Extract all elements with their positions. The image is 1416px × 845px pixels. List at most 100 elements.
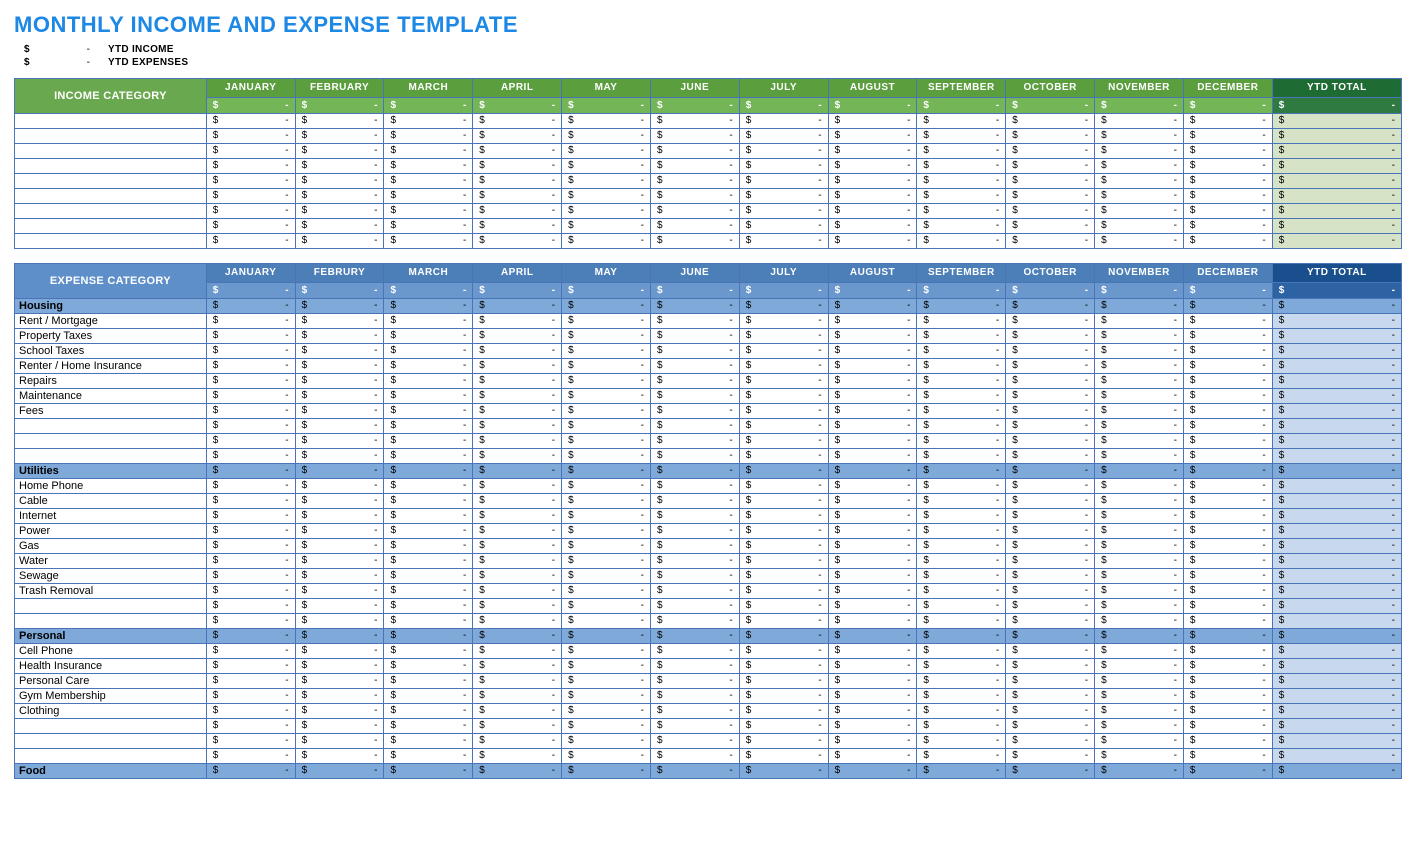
data-cell[interactable]: $- [650,509,739,524]
data-cell[interactable]: $- [295,314,384,329]
data-cell[interactable]: $- [206,434,295,449]
data-cell[interactable]: $- [295,144,384,159]
data-cell[interactable]: $- [650,129,739,144]
data-cell[interactable]: $- [739,599,828,614]
data-cell[interactable]: $- [739,479,828,494]
data-cell[interactable]: $- [828,524,917,539]
data-cell[interactable]: $- [295,674,384,689]
data-cell[interactable]: $- [562,524,651,539]
data-cell[interactable]: $- [562,584,651,599]
data-cell[interactable]: $- [295,359,384,374]
data-cell[interactable]: $- [739,329,828,344]
data-cell[interactable]: $- [917,449,1006,464]
data-cell[interactable]: $- [1095,584,1184,599]
row-label[interactable]: Sewage [15,569,207,584]
data-cell[interactable]: $- [1006,524,1095,539]
row-label[interactable] [15,129,207,144]
data-cell[interactable]: $- [1006,659,1095,674]
data-cell[interactable]: $- [473,314,562,329]
data-cell[interactable]: $- [828,114,917,129]
row-label[interactable] [15,204,207,219]
data-cell[interactable]: $- [473,719,562,734]
data-cell[interactable]: $- [206,419,295,434]
data-cell[interactable]: $- [650,704,739,719]
data-cell[interactable]: $- [828,719,917,734]
data-cell[interactable]: $- [1095,234,1184,249]
data-cell[interactable]: $- [650,374,739,389]
data-cell[interactable]: $- [1006,129,1095,144]
data-cell[interactable]: $- [828,599,917,614]
data-cell[interactable]: $- [206,644,295,659]
data-cell[interactable]: $- [1095,689,1184,704]
data-cell[interactable]: $- [650,539,739,554]
data-cell[interactable]: $- [1183,554,1272,569]
data-cell[interactable]: $- [739,554,828,569]
data-cell[interactable]: $- [1183,749,1272,764]
data-cell[interactable]: $- [384,614,473,629]
data-cell[interactable]: $- [562,329,651,344]
data-cell[interactable]: $- [473,554,562,569]
data-cell[interactable]: $- [1183,644,1272,659]
data-cell[interactable]: $- [828,344,917,359]
data-cell[interactable]: $- [295,524,384,539]
data-cell[interactable]: $- [650,204,739,219]
data-cell[interactable]: $- [650,159,739,174]
data-cell[interactable]: $- [828,569,917,584]
data-cell[interactable]: $- [295,449,384,464]
data-cell[interactable]: $- [295,374,384,389]
data-cell[interactable]: $- [562,374,651,389]
data-cell[interactable]: $- [917,614,1006,629]
data-cell[interactable]: $- [1006,114,1095,129]
row-label[interactable]: Fees [15,404,207,419]
data-cell[interactable]: $- [828,144,917,159]
data-cell[interactable]: $- [206,719,295,734]
data-cell[interactable]: $- [384,144,473,159]
data-cell[interactable]: $- [1006,479,1095,494]
data-cell[interactable]: $- [295,584,384,599]
row-label[interactable]: Maintenance [15,389,207,404]
data-cell[interactable]: $- [828,159,917,174]
data-cell[interactable]: $- [473,189,562,204]
data-cell[interactable]: $- [206,404,295,419]
data-cell[interactable]: $- [1095,494,1184,509]
data-cell[interactable]: $- [828,539,917,554]
data-cell[interactable]: $- [917,114,1006,129]
data-cell[interactable]: $- [1183,114,1272,129]
data-cell[interactable]: $- [1183,479,1272,494]
data-cell[interactable]: $- [384,719,473,734]
data-cell[interactable]: $- [562,674,651,689]
data-cell[interactable]: $- [650,599,739,614]
data-cell[interactable]: $- [917,174,1006,189]
data-cell[interactable]: $- [1006,704,1095,719]
data-cell[interactable]: $- [473,374,562,389]
data-cell[interactable]: $- [1095,404,1184,419]
data-cell[interactable]: $- [384,734,473,749]
data-cell[interactable]: $- [295,644,384,659]
data-cell[interactable]: $- [739,749,828,764]
data-cell[interactable]: $- [562,644,651,659]
data-cell[interactable]: $- [1095,344,1184,359]
data-cell[interactable]: $- [473,569,562,584]
data-cell[interactable]: $- [650,419,739,434]
data-cell[interactable]: $- [384,704,473,719]
data-cell[interactable]: $- [650,734,739,749]
data-cell[interactable]: $- [1006,584,1095,599]
row-label[interactable] [15,449,207,464]
data-cell[interactable]: $- [295,509,384,524]
data-cell[interactable]: $- [650,524,739,539]
data-cell[interactable]: $- [562,689,651,704]
data-cell[interactable]: $- [1006,174,1095,189]
data-cell[interactable]: $- [1183,144,1272,159]
data-cell[interactable]: $- [206,234,295,249]
data-cell[interactable]: $- [1095,114,1184,129]
row-label[interactable]: Cell Phone [15,644,207,659]
data-cell[interactable]: $- [1183,434,1272,449]
data-cell[interactable]: $- [739,614,828,629]
data-cell[interactable]: $- [1095,374,1184,389]
data-cell[interactable]: $- [206,659,295,674]
data-cell[interactable]: $- [206,314,295,329]
data-cell[interactable]: $- [473,584,562,599]
data-cell[interactable]: $- [1006,389,1095,404]
data-cell[interactable]: $- [1183,374,1272,389]
data-cell[interactable]: $- [917,659,1006,674]
